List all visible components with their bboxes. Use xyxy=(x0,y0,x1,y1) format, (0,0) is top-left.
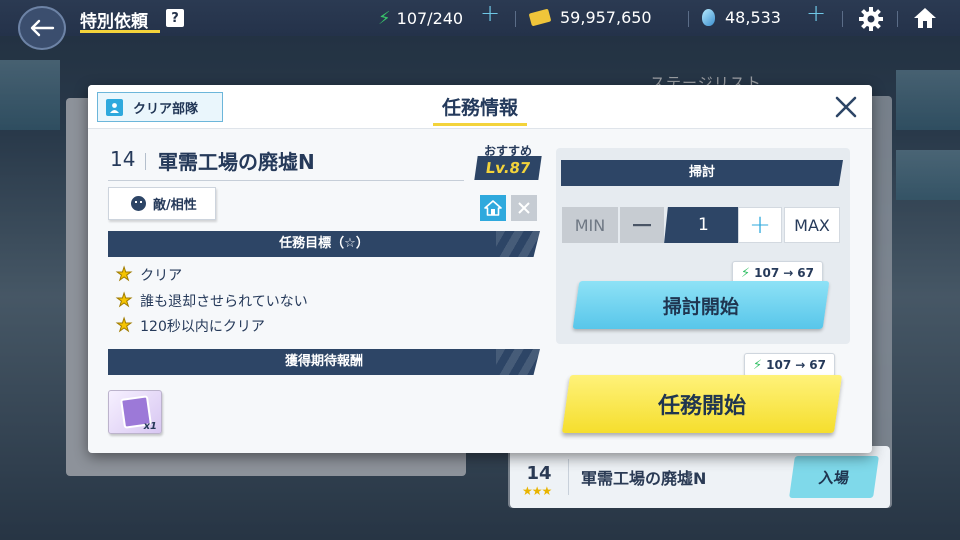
ap-bolt-icon: ⚡ xyxy=(378,8,391,29)
star-icon: ★ xyxy=(115,290,133,311)
reward-count: x1 xyxy=(143,421,157,432)
page-title: 特別依頼 xyxy=(80,12,148,32)
star-icon: ★ xyxy=(115,264,133,285)
dialog-header: クリア部隊 任務情報 xyxy=(88,85,872,129)
help-icon[interactable]: ? xyxy=(166,9,184,27)
disabled-x-icon xyxy=(511,195,537,221)
arrow-left-icon xyxy=(30,19,55,37)
enemy-affinity-label: 敵/相性 xyxy=(153,198,197,213)
credits-counter: 59,957,650 xyxy=(528,8,652,27)
objective-item: ★ 誰も退却させられていない xyxy=(115,290,308,311)
min-button[interactable]: MIN xyxy=(562,207,618,243)
stage-name: 軍需工場の廃墟N xyxy=(158,150,315,174)
row-stage-number: 14 xyxy=(526,462,552,484)
star-icon: ★ xyxy=(115,315,133,336)
reward-item[interactable]: x1 xyxy=(108,390,162,434)
mission-info-dialog: クリア部隊 任務情報 14 軍需工場の廃墟N Lv.87 おすすめ 敵/相性 任… xyxy=(88,85,872,453)
ap-bolt-icon: ⚡ xyxy=(741,265,751,281)
home-icon[interactable] xyxy=(912,6,938,34)
enemy-skull-icon xyxy=(131,196,146,211)
rewards-header: 獲得期待報酬 xyxy=(108,349,540,375)
sweep-header: 掃討 xyxy=(561,160,843,186)
ap-counter: ⚡ 107/240 xyxy=(378,8,463,29)
enemy-affinity-button[interactable]: 敵/相性 xyxy=(108,187,216,220)
mission-ap-cost: ⚡ 107 → 67 xyxy=(744,353,835,377)
ap-plus-button[interactable]: + xyxy=(480,1,500,25)
gear-icon[interactable] xyxy=(858,6,884,36)
enter-button[interactable]: 入場 xyxy=(789,456,879,498)
pyroxene-value: 48,533 xyxy=(725,8,781,27)
objectives-header: 任務目標（☆） xyxy=(108,231,540,257)
close-icon[interactable] xyxy=(832,93,860,121)
minus-button[interactable] xyxy=(620,207,664,243)
objective-item: ★ 120秒以内にクリア xyxy=(115,315,265,336)
recommended-label: おすすめ xyxy=(483,144,532,158)
objective-item: ★ クリア xyxy=(115,264,183,285)
stage-number: 14 xyxy=(110,147,136,171)
pyroxene-counter: 48,533 xyxy=(702,8,781,27)
row-stage-name: 軍需工場の廃墟N xyxy=(581,469,707,488)
ap-bolt-icon: ⚡ xyxy=(753,357,763,373)
mission-start-button[interactable]: 任務開始 xyxy=(561,375,843,433)
top-bar: 特別依頼 ? ⚡ 107/240 + 59,957,650 48,533 + xyxy=(0,0,960,50)
row-stars-icon: ★★★ xyxy=(522,484,552,498)
sweep-quantity-field[interactable]: 1 xyxy=(664,207,742,243)
sweep-start-button[interactable]: 掃討開始 xyxy=(572,281,830,329)
pyroxene-icon xyxy=(702,9,715,26)
minus-icon xyxy=(633,224,651,227)
house-icon[interactable] xyxy=(480,195,506,221)
credits-value: 59,957,650 xyxy=(560,8,652,27)
back-button[interactable] xyxy=(18,6,66,50)
ap-value: 107/240 xyxy=(396,9,464,28)
max-button[interactable]: MAX xyxy=(784,207,840,243)
dialog-title: 任務情報 xyxy=(441,97,518,119)
credit-icon xyxy=(528,8,552,27)
recommended-level-value: Lv.87 xyxy=(474,156,542,180)
recommended-level: Lv.87 おすすめ xyxy=(474,142,542,182)
stage-list-row[interactable]: 14 ★★★ 軍需工場の廃墟N 入場 xyxy=(510,446,890,508)
plus-button[interactable]: + xyxy=(738,207,782,243)
pyroxene-plus-button[interactable]: + xyxy=(806,1,826,25)
